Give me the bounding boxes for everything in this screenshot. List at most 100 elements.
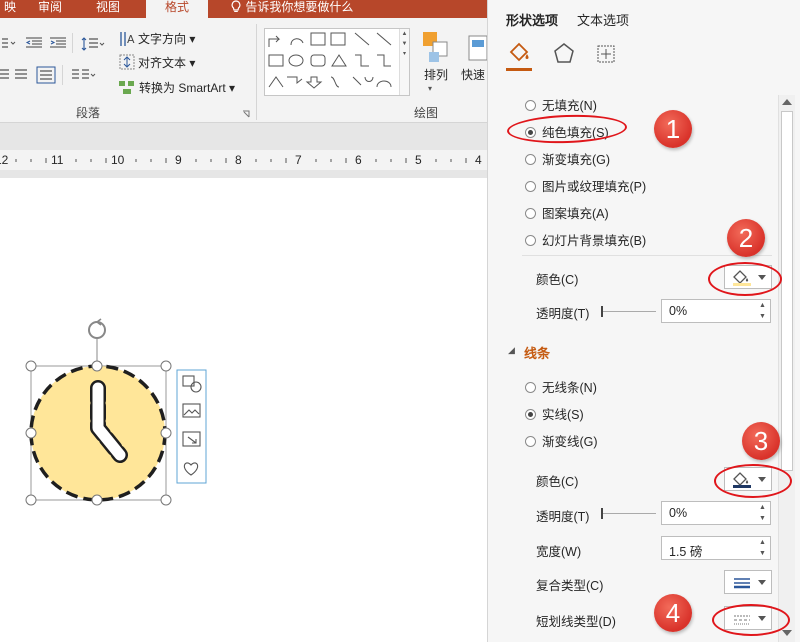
svg-text:A: A: [127, 33, 135, 46]
quick-styles-icon[interactable]: [466, 32, 487, 62]
quick-styles-button[interactable]: 快速: [461, 66, 485, 83]
shapes-gallery-grid: [268, 32, 392, 89]
ruler-label: 6: [355, 153, 362, 167]
arrange-icon[interactable]: [421, 30, 451, 66]
spin-down-icon[interactable]: ▼: [759, 313, 768, 321]
tab-format[interactable]: 格式: [146, 0, 208, 18]
line-option-none[interactable]: 无线条(N): [525, 377, 597, 396]
spin-up-icon[interactable]: ▲: [759, 504, 768, 512]
line-option-gradient[interactable]: 渐变线(G): [525, 431, 598, 450]
radio-icon: [525, 382, 536, 393]
dash-type-label: 短划线类型(D): [536, 615, 616, 629]
separator: [62, 65, 63, 85]
spin-down-icon[interactable]: ▼: [759, 515, 768, 523]
selected-clock-shape[interactable]: [0, 178, 487, 642]
line-option-solid[interactable]: 实线(S): [525, 404, 584, 423]
lightbulb-icon: [231, 0, 241, 12]
fill-option-gradient[interactable]: 渐变填充(G): [525, 149, 610, 168]
radio-icon: [525, 436, 536, 447]
fill-transparency-input[interactable]: 0% ▲ ▼: [661, 299, 771, 323]
compound-type-dropdown[interactable]: [724, 570, 772, 594]
divider: [522, 255, 772, 256]
width-input[interactable]: 1.5 磅 ▲ ▼: [661, 536, 771, 560]
columns-icon[interactable]: [70, 68, 96, 82]
ribbon-tab-bar: 映 审阅 视图 格式 告诉我你想要做什么: [0, 0, 487, 18]
dialog-launcher-icon[interactable]: [242, 110, 250, 118]
increase-indent-icon[interactable]: [48, 36, 68, 50]
tab-shape-options[interactable]: 形状选项: [506, 10, 558, 29]
smartart-icon[interactable]: [118, 78, 136, 96]
line-section-header[interactable]: 线条: [524, 343, 550, 362]
tell-me-text: 告诉我你想要做什么: [245, 0, 354, 14]
canvas-margin: [0, 170, 487, 178]
arrange-button[interactable]: 排列: [424, 66, 448, 83]
ruler-label: 8: [235, 153, 242, 167]
spin-up-icon[interactable]: ▲: [759, 539, 768, 547]
radio-checked-icon: [525, 409, 536, 420]
tab-text-options[interactable]: 文本选项: [577, 10, 629, 29]
active-tab-underline: [506, 68, 532, 71]
scroll-up-icon[interactable]: [782, 99, 792, 105]
line-transparency-thumb[interactable]: [601, 508, 603, 519]
text-direction-icon[interactable]: A: [118, 30, 136, 48]
pane-scrollbar[interactable]: [778, 95, 795, 642]
gallery-scroll[interactable]: ▲ ▼ ▾: [399, 29, 409, 95]
line-transparency-input[interactable]: 0% ▲ ▼: [661, 501, 771, 525]
fill-line-icon[interactable]: [506, 40, 532, 66]
text-direction-button[interactable]: 文字方向 ▾: [138, 30, 195, 47]
callout-badge-2: 2: [727, 219, 765, 257]
drawing-group-label: 绘图: [414, 106, 439, 120]
compound-lines-icon: [734, 578, 750, 589]
spin-up-icon[interactable]: ▲: [759, 302, 768, 310]
effects-icon[interactable]: [552, 42, 576, 66]
tab-review[interactable]: 审阅: [30, 0, 70, 18]
justify-icon[interactable]: [14, 68, 28, 82]
tab-slideshow[interactable]: 映: [0, 0, 24, 18]
rotate-handle-icon[interactable]: [88, 318, 106, 339]
paragraph-group-label: 段落: [76, 106, 101, 120]
callout-badge-4: 4: [654, 594, 692, 632]
ruler-label: 5: [415, 153, 422, 167]
spin-down-icon[interactable]: ▼: [759, 550, 768, 558]
ruler-ticks: [15, 158, 467, 163]
fill-option-picture[interactable]: 图片或纹理填充(P): [525, 176, 646, 195]
fill-option-none[interactable]: 无填充(N): [525, 95, 597, 114]
line-transparency-slider[interactable]: [601, 513, 656, 514]
line-color-label: 颜色(C): [536, 475, 579, 489]
callout-ellipse-2: [708, 262, 782, 296]
callout-badge-1: 1: [654, 110, 692, 148]
radio-icon: [525, 100, 536, 111]
align-right-icon[interactable]: [0, 68, 10, 82]
line-transparency-label: 透明度(T): [536, 510, 590, 524]
bullets-dropdown-icon[interactable]: [0, 36, 18, 50]
decrease-indent-icon[interactable]: [24, 36, 44, 50]
align-text-icon[interactable]: [118, 53, 136, 71]
separator: [256, 24, 257, 120]
slide-canvas[interactable]: [0, 178, 487, 642]
tab-view[interactable]: 视图: [88, 0, 128, 18]
arrange-caret: ▾: [428, 84, 433, 93]
ribbon-gap: [0, 123, 487, 150]
collapse-triangle-icon[interactable]: ◢: [508, 345, 515, 356]
line-spacing-icon[interactable]: [80, 35, 106, 53]
radio-icon: [525, 181, 536, 192]
radio-icon: [525, 154, 536, 165]
radio-icon: [525, 208, 536, 219]
fill-transparency-slider[interactable]: [601, 311, 656, 312]
fill-option-pattern[interactable]: 图案填充(A): [525, 203, 609, 222]
distributed-icon[interactable]: [36, 66, 56, 84]
scroll-thumb[interactable]: [781, 111, 793, 471]
fill-option-slide-background[interactable]: 幻灯片背景填充(B): [525, 230, 646, 249]
format-shape-pane: 形状选项 文本选项 无填充(N) 纯色填充(S) 渐变填充(G) 图片或纹理填充…: [487, 0, 800, 642]
ruler-label: 9: [175, 153, 182, 167]
tell-me-box[interactable]: 告诉我你想要做什么: [222, 0, 361, 18]
ruler-label: 7: [295, 153, 302, 167]
convert-smartart-button[interactable]: 转换为 SmartArt ▾: [139, 79, 235, 96]
ribbon: A 文字方向 ▾ 对齐文本 ▾ 转换为 SmartArt ▾ 段落 ▲ ▼ ▾ …: [0, 18, 487, 123]
shapes-gallery[interactable]: ▲ ▼ ▾: [264, 28, 410, 96]
size-properties-icon[interactable]: [594, 42, 618, 66]
fill-transparency-thumb[interactable]: [601, 306, 603, 317]
scroll-down-icon[interactable]: [782, 630, 792, 636]
callout-ellipse-3: [714, 464, 792, 498]
align-text-button[interactable]: 对齐文本 ▾: [138, 54, 195, 71]
